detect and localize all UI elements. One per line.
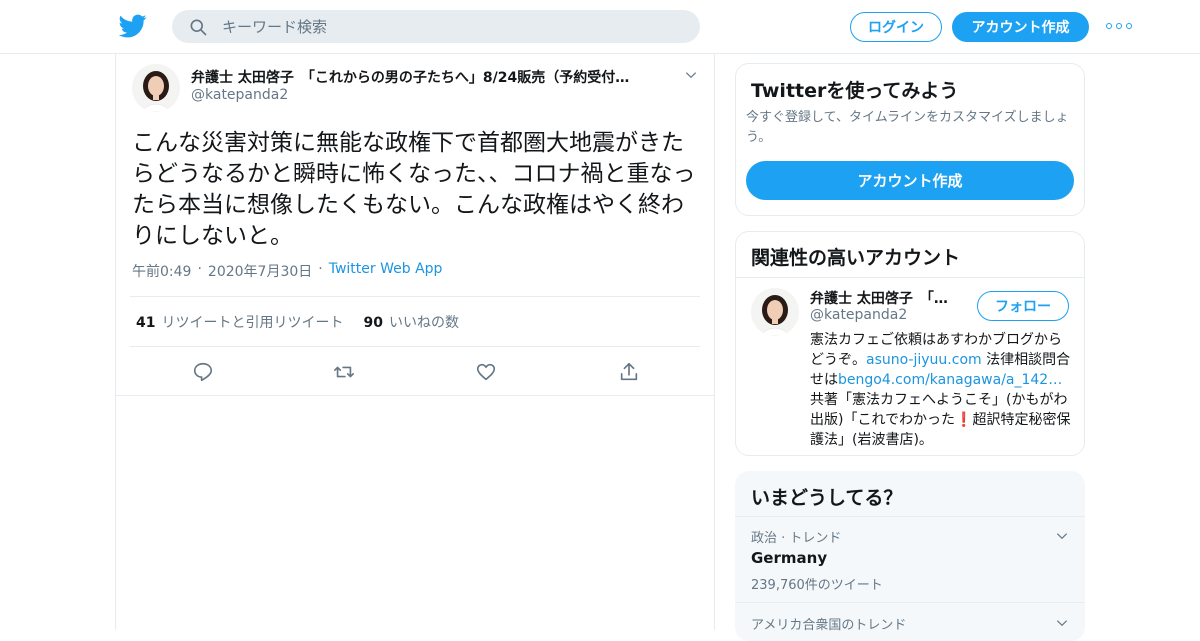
- retweet-icon[interactable]: [333, 361, 355, 383]
- bio-link[interactable]: asuno-jiyuu.com: [866, 352, 982, 368]
- avatar-portrait-icon: [751, 288, 799, 336]
- trend-count: 239,760件のツイート: [751, 578, 883, 593]
- search-input[interactable]: [222, 17, 662, 36]
- related-accounts-card: 関連性の高いアカウント 弁護士 太田啓子 「… @katepanda2 フォロー…: [735, 231, 1085, 456]
- more-dot: [1116, 23, 1122, 29]
- avatar-portrait-icon: [132, 64, 180, 112]
- retweets-label: リツイートと引用リツイート: [161, 314, 344, 331]
- main-column: 弁護士 太田啓子 「これからの男の子たちへ」8/24販売（予約受付… @kate…: [115, 54, 715, 630]
- top-bar: ログイン アカウント作成: [0, 0, 1200, 54]
- tweet-source-link[interactable]: Twitter Web App: [329, 261, 443, 281]
- related-accounts-title: 関連性の高いアカウント: [751, 247, 961, 269]
- chevron-down-icon[interactable]: [1055, 529, 1069, 543]
- related-account-handle[interactable]: @katepanda2: [810, 307, 907, 323]
- trend-topic: Germany: [751, 549, 828, 567]
- chevron-down-icon[interactable]: [1055, 616, 1069, 630]
- trend-item[interactable]: アメリカ合衆国のトレンド: [751, 614, 1071, 633]
- tweet-text: こんな災害対策に無能な政権下で首都圏大地震がきたらどうなるかと瞬時に怖くなった、…: [132, 130, 696, 249]
- signup-button[interactable]: アカウント作成: [952, 12, 1089, 42]
- trends-card: いまどうしてる？ 政治 · トレンド Germany 239,760件のツイート…: [735, 471, 1085, 641]
- related-account-name[interactable]: 弁護士 太田啓子 「…: [810, 288, 970, 308]
- meta-separator: ·: [197, 261, 202, 277]
- bio-link[interactable]: bengo4.com/kanagawa/a_142…: [838, 372, 1062, 388]
- search-box[interactable]: [172, 10, 700, 43]
- tweet-date[interactable]: 2020年7月30日: [208, 261, 312, 281]
- likes-stat[interactable]: 90 いいねの数: [363, 312, 458, 332]
- signup-card-subtitle: 今すぐ登録して、タイムラインをカスタマイズしましょう。: [746, 110, 1069, 145]
- avatar[interactable]: [751, 288, 799, 336]
- tweet-author-name[interactable]: 弁護士 太田啓子 「これからの男の子たちへ」8/24販売（予約受付…: [191, 67, 661, 87]
- divider: [735, 516, 1085, 517]
- tweet-stats: 41 リツイートと引用リツイート 90 いいねの数: [130, 296, 700, 347]
- trends-title: いまどうしてる？: [751, 487, 903, 509]
- trend-context: 政治 · トレンド: [751, 531, 842, 546]
- retweets-stat[interactable]: 41 リツイートと引用リツイート: [136, 312, 343, 332]
- reply-icon[interactable]: [192, 361, 214, 383]
- like-icon[interactable]: [475, 361, 497, 383]
- exclamation-icon: ❗: [955, 412, 973, 428]
- follow-button[interactable]: フォロー: [977, 291, 1069, 321]
- likes-label: いいねの数: [388, 314, 459, 331]
- more-dot: [1106, 23, 1112, 29]
- tweet-time[interactable]: 午前0:49: [132, 261, 191, 281]
- share-icon[interactable]: [618, 361, 640, 383]
- signup-card-title: Twitterを使ってみよう: [751, 80, 959, 102]
- more-dot: [1126, 23, 1132, 29]
- more-icon[interactable]: [1106, 18, 1132, 34]
- divider: [735, 602, 1085, 603]
- signup-card: Twitterを使ってみよう 今すぐ登録して、タイムラインをカスタマイズしましょ…: [735, 63, 1085, 216]
- tweet-meta: 午前0:49 · 2020年7月30日 · Twitter Web App: [132, 261, 442, 281]
- related-account-bio: 憲法カフェご依頼はあすわかブログからどうぞ。asuno-jiyuu.com 法律…: [810, 330, 1072, 450]
- tweet-author-handle[interactable]: @katepanda2: [191, 87, 288, 103]
- login-button[interactable]: ログイン: [850, 12, 942, 42]
- likes-count: 90: [363, 314, 383, 331]
- meta-separator: ·: [318, 261, 323, 277]
- avatar[interactable]: [132, 64, 180, 112]
- tweet-actions: [116, 347, 714, 396]
- trend-context: アメリカ合衆国のトレンド: [751, 618, 907, 633]
- trend-item[interactable]: 政治 · トレンド Germany 239,760件のツイート: [751, 527, 1071, 593]
- chevron-down-icon[interactable]: [684, 68, 698, 82]
- twitter-bird-icon[interactable]: [119, 12, 147, 40]
- signup-card-button[interactable]: アカウント作成: [746, 161, 1074, 200]
- retweets-count: 41: [136, 314, 156, 331]
- divider: [736, 277, 1084, 278]
- search-icon: [190, 19, 207, 35]
